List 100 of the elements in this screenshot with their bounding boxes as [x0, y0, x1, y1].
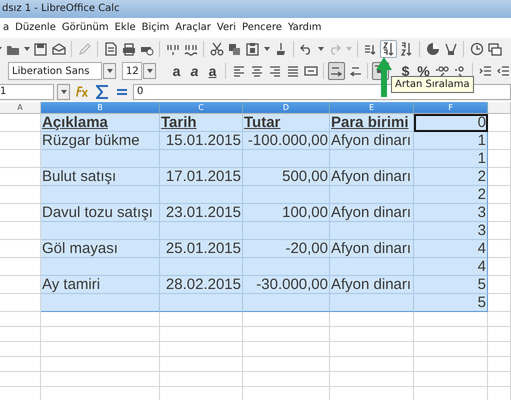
table-cell[interactable] [243, 258, 330, 276]
header-cell[interactable]: 0 [414, 114, 488, 132]
table-cell[interactable] [243, 222, 330, 240]
table-cell[interactable] [160, 258, 243, 276]
table-cell[interactable] [488, 372, 511, 387]
table-cell[interactable] [0, 342, 41, 357]
table-cell[interactable] [488, 168, 511, 186]
table-cell[interactable] [330, 150, 414, 168]
dropdown-button[interactable] [143, 63, 156, 79]
header-cell[interactable]: Tarih [160, 114, 243, 132]
table-cell[interactable]: 5 [414, 276, 488, 294]
menu-item[interactable]: Pencere [239, 18, 285, 38]
table-cell[interactable]: -100.000,00 [243, 132, 330, 150]
table-cell[interactable]: 4 [414, 258, 488, 276]
menu-item[interactable]: Biçim [138, 18, 172, 38]
table-cell[interactable] [488, 327, 511, 342]
dropdown-button[interactable] [103, 63, 116, 79]
table-cell[interactable] [160, 342, 243, 357]
table-cell[interactable] [41, 294, 160, 312]
table-cell[interactable] [330, 294, 414, 312]
table-cell[interactable]: -20,00 [243, 240, 330, 258]
table-cell[interactable] [243, 150, 330, 168]
table-cell[interactable] [0, 327, 41, 342]
table-cell[interactable] [243, 327, 330, 342]
column-header[interactable]: A [0, 102, 41, 114]
table-cell[interactable] [41, 372, 160, 387]
table-cell[interactable] [41, 150, 160, 168]
menu-item[interactable]: Ekle [112, 18, 139, 38]
table-cell[interactable]: Bulut satışı [41, 168, 160, 186]
table-cell[interactable] [41, 327, 160, 342]
table-cell[interactable] [41, 312, 160, 327]
clock-button[interactable] [468, 40, 485, 58]
menu-item[interactable]: Görünüm [58, 18, 112, 38]
table-cell[interactable]: 3 [414, 204, 488, 222]
table-cell[interactable] [41, 186, 160, 204]
table-cell[interactable] [488, 186, 511, 204]
table-cell[interactable] [414, 327, 488, 342]
table-cell[interactable] [414, 342, 488, 357]
table-cell[interactable] [488, 258, 511, 276]
table-cell[interactable]: 3 [414, 222, 488, 240]
table-cell[interactable] [488, 312, 511, 327]
sum-button[interactable] [93, 82, 110, 100]
table-cell[interactable]: 25.01.2015 [160, 240, 243, 258]
table-cell[interactable]: -30.000,00 [243, 276, 330, 294]
table-cell[interactable]: 5 [414, 294, 488, 312]
table-cell[interactable] [243, 312, 330, 327]
table-cell[interactable] [330, 222, 414, 240]
table-cell[interactable]: 17.01.2015 [160, 168, 243, 186]
table-cell[interactable] [330, 372, 414, 387]
table-cell[interactable]: 23.01.2015 [160, 204, 243, 222]
table-cell[interactable] [488, 132, 511, 150]
name-box[interactable]: 1 [0, 84, 54, 100]
table-cell[interactable] [243, 186, 330, 204]
table-cell[interactable]: Rüzgar bükme [41, 132, 160, 150]
scissors-button[interactable] [208, 40, 225, 58]
sort-ascending-button[interactable] [380, 40, 397, 58]
table-cell[interactable] [414, 312, 488, 327]
table-cell[interactable]: Afyon dinarı [330, 276, 414, 294]
table-cell[interactable] [0, 372, 41, 387]
table-cell[interactable] [488, 150, 511, 168]
clipboard-button[interactable] [244, 40, 261, 58]
table-cell[interactable] [243, 372, 330, 387]
table-cell[interactable] [160, 294, 243, 312]
table-cell[interactable] [41, 342, 160, 357]
header-cell[interactable]: Açıklama [41, 114, 160, 132]
table-cell[interactable]: 2 [414, 168, 488, 186]
table-cell[interactable] [41, 357, 160, 372]
table-cell[interactable]: 4 [414, 240, 488, 258]
table-cell[interactable] [243, 342, 330, 357]
table-cell[interactable]: Ay tamiri [41, 276, 160, 294]
table-cell[interactable] [330, 342, 414, 357]
table-cell[interactable]: Göl mayası [41, 240, 160, 258]
table-cell[interactable] [488, 357, 511, 372]
table-cell[interactable] [160, 150, 243, 168]
table-cell[interactable]: Afyon dinarı [330, 168, 414, 186]
table-cell[interactable]: Afyon dinarı [330, 240, 414, 258]
table-cell[interactable]: 15.01.2015 [160, 132, 243, 150]
table-cell[interactable] [330, 186, 414, 204]
menu-item[interactable]: Araçlar [172, 18, 214, 38]
table-cell[interactable] [243, 357, 330, 372]
table-cell[interactable]: Afyon dinarı [330, 132, 414, 150]
table-cell[interactable] [330, 357, 414, 372]
table-cell[interactable] [414, 357, 488, 372]
table-cell[interactable] [41, 222, 160, 240]
table-cell[interactable] [488, 294, 511, 312]
bold-button[interactable]: a [168, 62, 185, 80]
menu-item[interactable]: a [0, 18, 12, 38]
table-cell[interactable]: 28.02.2015 [160, 276, 243, 294]
table-cell[interactable] [330, 258, 414, 276]
table-cell[interactable] [243, 294, 330, 312]
table-cell[interactable] [488, 204, 511, 222]
wrap-text-button[interactable] [328, 62, 345, 80]
header-cell[interactable]: Para birimi [330, 114, 414, 132]
table-cell[interactable] [488, 276, 511, 294]
table-cell[interactable] [488, 114, 511, 132]
table-cell[interactable] [488, 240, 511, 258]
underline-button[interactable]: a [204, 62, 221, 80]
table-cell[interactable] [160, 372, 243, 387]
table-cell[interactable] [160, 357, 243, 372]
pie-chart-button[interactable] [424, 40, 441, 58]
